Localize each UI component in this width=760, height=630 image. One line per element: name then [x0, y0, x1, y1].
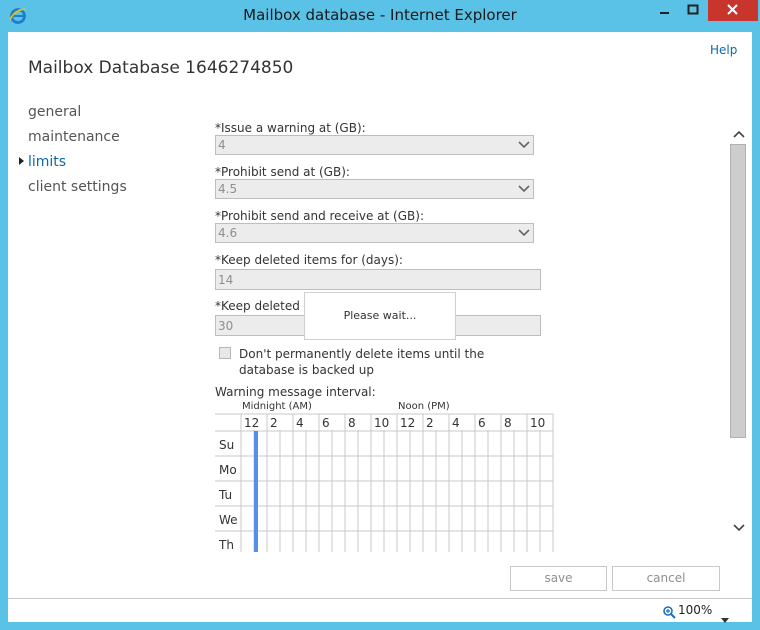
close-button[interactable]	[708, 0, 758, 21]
hour-label: 8	[348, 416, 356, 430]
please-wait-popup: Please wait...	[304, 292, 456, 340]
prohibit-send-receive-label: *Prohibit send and receive at (GB):	[215, 209, 424, 223]
zoom-icon[interactable]	[662, 604, 676, 623]
save-button[interactable]: save	[510, 566, 607, 591]
day-label: Tu	[219, 488, 233, 502]
hour-label: 4	[296, 416, 304, 430]
prohibit-send-label: *Prohibit send at (GB):	[215, 165, 350, 179]
help-link[interactable]: Help	[710, 43, 737, 57]
maximize-button[interactable]	[678, 0, 708, 21]
warning-label: *Issue a warning at (GB):	[215, 121, 366, 135]
chevron-down-icon	[518, 229, 530, 237]
cancel-button[interactable]: cancel	[612, 566, 720, 591]
prohibit-send-receive-select[interactable]: 4.6	[215, 223, 534, 243]
zoom-level[interactable]: 100%	[678, 603, 712, 617]
hour-label: 10	[530, 416, 546, 430]
zoom-dropdown-icon[interactable]	[721, 608, 729, 627]
hour-label: 6	[322, 416, 330, 430]
keep-deleted-items-label: *Keep deleted items for (days):	[215, 253, 403, 267]
hour-label: 10	[374, 416, 390, 430]
nav-item-general[interactable]: general	[28, 104, 81, 120]
keep-deleted-items-value: 14	[218, 273, 234, 287]
hour-label: 12	[244, 416, 260, 430]
day-label: We	[219, 513, 238, 527]
noon-pm-label: Noon (PM)	[398, 401, 450, 412]
backup-checkbox[interactable]	[219, 347, 231, 359]
scrollbar-thumb[interactable]	[730, 144, 746, 438]
page-title: Mailbox Database 1646274850	[28, 58, 294, 78]
chevron-down-icon	[518, 141, 530, 149]
title-bar: Mailbox database - Internet Explorer	[0, 0, 760, 32]
nav-item-client-settings[interactable]: client settings	[28, 179, 127, 195]
warning-select[interactable]: 4	[215, 135, 534, 155]
backup-checkbox-label: Don't permanently delete items until the…	[239, 347, 485, 377]
nav-item-maintenance[interactable]: maintenance	[28, 129, 120, 145]
warning-value: 4	[218, 138, 226, 152]
day-label: Mo	[219, 463, 237, 477]
midnight-am-label: Midnight (AM)	[242, 401, 312, 412]
hour-label: 12	[400, 416, 416, 430]
scroll-up-icon[interactable]	[731, 126, 747, 140]
status-bar	[8, 598, 752, 622]
keep-deleted-mailboxes-value: 30	[218, 319, 234, 333]
window-title: Mailbox database - Internet Explorer	[243, 6, 517, 24]
prohibit-send-receive-value: 4.6	[218, 226, 238, 240]
hour-label: 6	[478, 416, 486, 430]
popup-text: Please wait...	[343, 309, 417, 322]
hour-label: 8	[504, 416, 512, 430]
hour-label: 2	[270, 416, 278, 430]
hour-label: 4	[452, 416, 460, 430]
hour-label: 2	[426, 416, 434, 430]
keep-deleted-mailboxes-label: *Keep deleted m	[215, 299, 316, 313]
chevron-down-icon	[518, 185, 530, 193]
minimize-button[interactable]	[650, 0, 678, 21]
interval-label: Warning message interval:	[215, 385, 376, 399]
nav-item-limits[interactable]: limits	[28, 154, 66, 170]
selected-arrow-icon	[19, 157, 24, 165]
prohibit-send-select[interactable]: 4.5	[215, 179, 534, 199]
prohibit-send-value: 4.5	[218, 182, 238, 196]
scroll-down-icon[interactable]	[731, 520, 747, 534]
keep-deleted-items-input[interactable]: 14	[215, 269, 541, 290]
day-label: Th	[219, 538, 234, 552]
day-label: Su	[219, 438, 235, 452]
